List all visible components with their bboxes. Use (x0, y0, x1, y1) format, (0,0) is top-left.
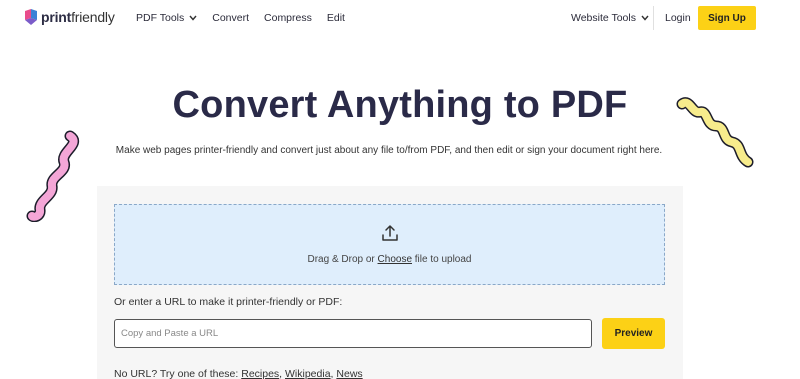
sample-link-wikipedia[interactable]: Wikipedia (285, 368, 331, 379)
nav-compress[interactable]: Compress (264, 12, 312, 24)
signup-button[interactable]: Sign Up (698, 6, 756, 30)
chevron-down-icon (641, 15, 649, 21)
nav-convert[interactable]: Convert (212, 12, 249, 24)
logo-text-bold: print (41, 9, 72, 25)
pink-squiggle-decoration (26, 130, 79, 222)
chevron-down-icon (189, 15, 197, 21)
file-dropzone[interactable]: Drag & Drop or Choose file to upload (114, 204, 665, 285)
logo-text-light: friendly (71, 9, 115, 25)
url-input[interactable] (114, 319, 592, 348)
nav-convert-label: Convert (212, 12, 250, 24)
url-label: Or enter a URL to make it printer-friend… (114, 296, 343, 308)
nav-edit[interactable]: Edit (327, 12, 345, 24)
page-subtitle: Make web pages printer-friendly and conv… (115, 145, 663, 156)
secondary-nav: Website Tools (571, 12, 664, 24)
primary-nav: PDF Tools Convert Compress Edit (136, 12, 360, 24)
preview-button[interactable]: Preview (602, 318, 665, 349)
nav-website-tools[interactable]: Website Tools (571, 12, 649, 24)
nav-edit-label: Edit (326, 12, 345, 24)
sample-links-prefix: No URL? Try one of these: (114, 368, 242, 379)
top-navbar: printfriendly PDF Tools Convert Compress… (0, 0, 800, 36)
dropzone-text: Drag & Drop or Choose file to upload (307, 254, 472, 265)
sample-link-news[interactable]: News (336, 368, 362, 379)
sample-link-recipes[interactable]: Recipes (241, 368, 279, 379)
printfriendly-logo-icon (25, 9, 37, 25)
page-title: Convert Anything to PDF (172, 84, 628, 126)
nav-pdf-tools[interactable]: PDF Tools (136, 12, 197, 24)
printfriendly-logo[interactable]: printfriendly (24, 9, 115, 25)
login-link[interactable]: Login (665, 12, 691, 24)
nav-pdf-tools-label: PDF Tools (136, 12, 185, 24)
nav-divider (653, 6, 654, 30)
nav-compress-label: Compress (264, 12, 312, 24)
upload-icon (381, 225, 398, 241)
nav-website-tools-label: Website Tools (571, 12, 636, 24)
choose-file-link[interactable]: Choose (378, 254, 412, 265)
sample-links: No URL? Try one of these: Recipes, Wikip… (114, 368, 363, 379)
